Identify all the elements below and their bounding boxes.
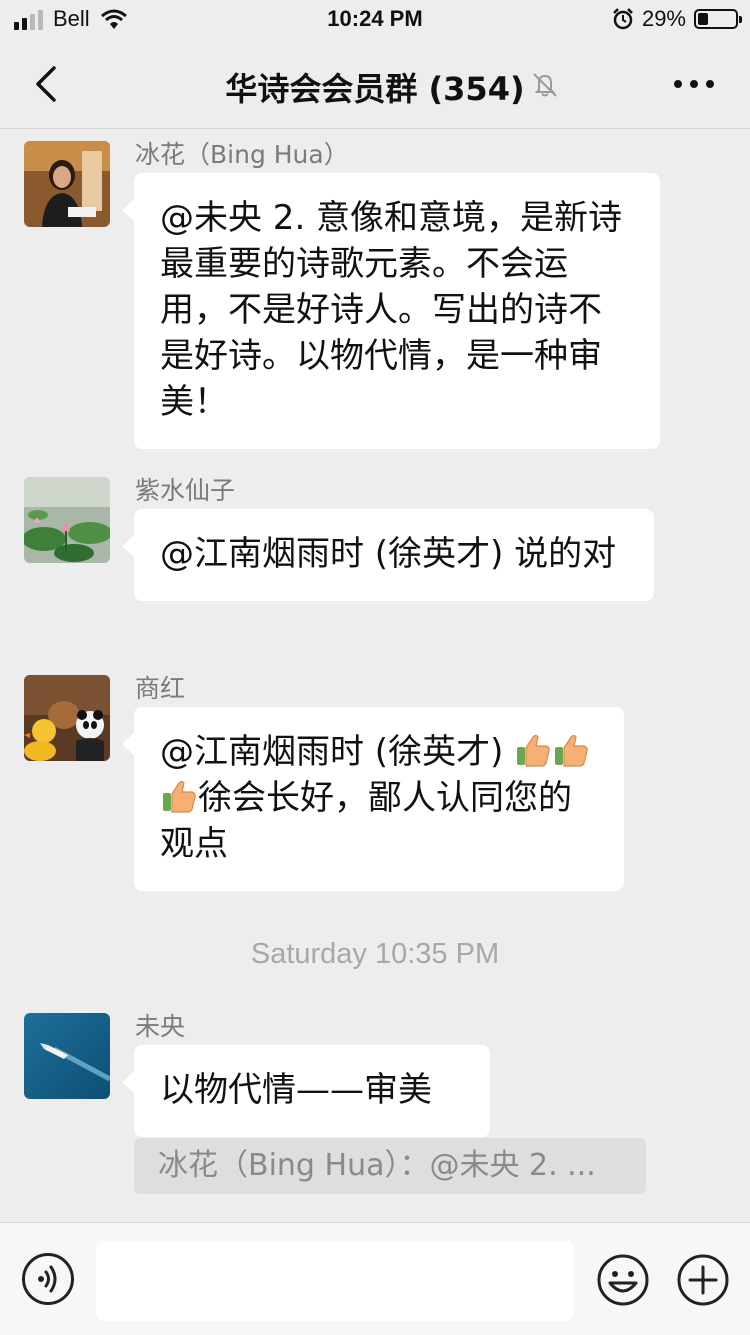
thumbs-up-icon	[517, 734, 550, 767]
sender-name: 未央	[135, 1012, 186, 1041]
lotus-photo	[24, 477, 110, 563]
status-bar: Bell 10:24 PM 29%	[0, 0, 750, 40]
quoted-message[interactable]: 冰花（Bing Hua）：@未央 2. ...	[134, 1138, 646, 1194]
battery-percent: 29%	[641, 6, 686, 31]
sender-name: 冰花（Bing Hua）	[135, 140, 349, 169]
boat-photo	[24, 1013, 110, 1099]
avatar[interactable]	[24, 477, 110, 563]
voice-icon[interactable]	[22, 1253, 74, 1305]
input-bar	[0, 1222, 750, 1335]
dot	[690, 80, 698, 88]
avatar[interactable]	[24, 675, 110, 761]
sender-name: 紫水仙子	[135, 476, 236, 505]
message-bubble[interactable]: @未央 2. 意像和意境，是新诗最重要的诗歌元素。不会运用，不是好诗人。写出的诗…	[122, 173, 660, 449]
avatar[interactable]	[24, 141, 110, 227]
battery-level	[698, 13, 708, 25]
woman-photo	[24, 141, 110, 227]
message-input[interactable]	[96, 1241, 574, 1321]
alarm-icon	[613, 8, 633, 30]
thumbs-up-icon	[555, 734, 588, 767]
message-text: 徐会长好，鄙人认同您的观点	[160, 778, 572, 864]
status-right: 29%	[612, 6, 742, 32]
message-bubble[interactable]: @江南烟雨时 (徐英才) 说的对	[122, 509, 654, 601]
message-bubble[interactable]: 以物代情——审美	[122, 1045, 490, 1137]
bell-slash-icon	[533, 73, 557, 97]
toys-photo	[24, 675, 110, 761]
avatar[interactable]	[24, 1013, 110, 1099]
more-options-button[interactable]	[674, 80, 714, 88]
thumbs-up-icon	[163, 780, 196, 813]
dot	[706, 80, 714, 88]
sender-name: 商红	[135, 674, 186, 703]
timestamp: Saturday 10:35 PM	[250, 938, 500, 970]
battery-icon	[694, 9, 742, 29]
dot	[674, 80, 682, 88]
voice-waves	[38, 1265, 57, 1293]
message-bubble[interactable]: @江南烟雨时 (徐英才) 徐会长好，鄙人认同您的观点	[122, 707, 624, 891]
nav-bar: 华诗会会员群 (354)	[0, 40, 750, 129]
smiley-icon[interactable]	[596, 1253, 650, 1307]
chat-title: 华诗会会员群 (354)	[225, 70, 525, 108]
plus-circle-icon[interactable]	[676, 1253, 730, 1307]
message-text: @江南烟雨时 (徐英才)	[160, 732, 515, 772]
